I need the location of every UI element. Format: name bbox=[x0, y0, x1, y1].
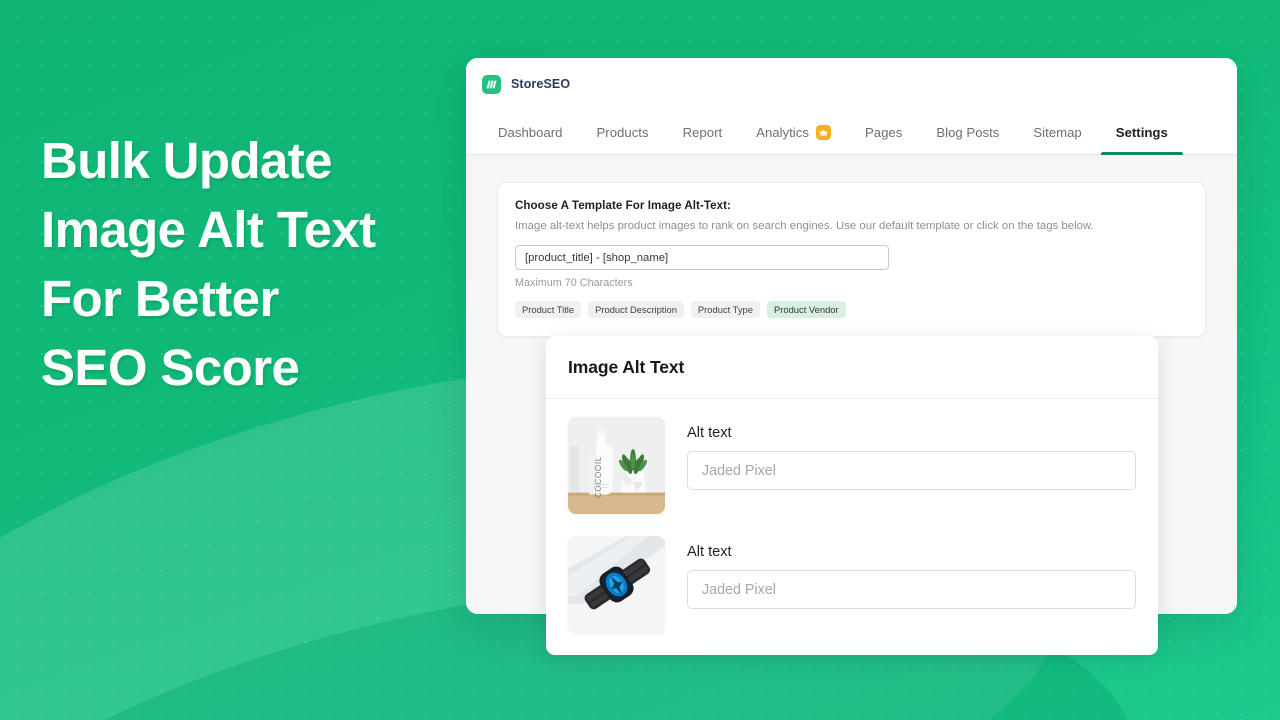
tab-analytics-label: Analytics bbox=[756, 124, 809, 140]
image-alt-text-card-header: Image Alt Text bbox=[546, 336, 1158, 399]
black-smartwatch-product-image bbox=[568, 536, 665, 633]
app-brand-bar: StoreSEO bbox=[466, 58, 1237, 110]
settings-content: Choose A Template For Image Alt-Text: Im… bbox=[466, 155, 1237, 337]
tag-product-type-label: Product Type bbox=[697, 304, 753, 315]
image-alt-text-title: Image Alt Text bbox=[568, 357, 685, 377]
tab-pages-label: Pages bbox=[864, 124, 903, 140]
alt-text-input-placeholder: Jaded Pixel bbox=[702, 581, 776, 598]
tag-product-type[interactable]: Product Type bbox=[690, 301, 760, 318]
hero-headline: Bulk Update Image Alt Text For Better SE… bbox=[41, 132, 376, 396]
alt-text-label: Alt text bbox=[687, 544, 732, 560]
template-input-value: [product_title] - [shop_name] bbox=[525, 251, 669, 264]
alt-text-row: COCOOIL Alt text Jaded Pixel bbox=[568, 417, 1136, 514]
cocooil-bottle-plant-product-image: COCOOIL bbox=[568, 417, 665, 514]
tab-products-label: Products bbox=[596, 124, 649, 140]
template-card-title: Choose A Template For Image Alt-Text: bbox=[515, 199, 731, 212]
template-tag-list: Product Title Product Description Produc… bbox=[515, 301, 1188, 318]
alt-text-field-group: Alt text Jaded Pixel bbox=[687, 536, 1136, 609]
alt-text-input[interactable]: Jaded Pixel bbox=[687, 570, 1136, 609]
tab-report[interactable]: Report bbox=[666, 110, 740, 154]
template-input[interactable]: [product_title] - [shop_name] bbox=[515, 245, 889, 270]
image-alt-text-card: Image Alt Text COCOOIL Alt text Jaded Pi… bbox=[546, 336, 1158, 655]
tab-sitemap[interactable]: Sitemap bbox=[1016, 110, 1098, 154]
tag-product-description[interactable]: Product Description bbox=[588, 301, 684, 318]
alt-text-template-card: Choose A Template For Image Alt-Text: Im… bbox=[497, 182, 1206, 337]
alt-text-field-group: Alt text Jaded Pixel bbox=[687, 417, 1136, 490]
crown-icon bbox=[815, 124, 831, 140]
tab-pages[interactable]: Pages bbox=[848, 110, 919, 154]
brand-name: StoreSEO bbox=[511, 77, 571, 91]
tab-dashboard-label: Dashboard bbox=[498, 124, 563, 140]
tag-product-title-label: Product Title bbox=[522, 304, 575, 315]
main-nav: Dashboard Products Report Analytics Page… bbox=[466, 110, 1237, 155]
tab-analytics[interactable]: Analytics bbox=[739, 110, 848, 154]
alt-text-row: Alt text Jaded Pixel bbox=[568, 536, 1136, 633]
tag-product-description-label: Product Description bbox=[595, 304, 677, 315]
app-window: StoreSEO Dashboard Products Report Analy… bbox=[466, 58, 1237, 655]
page-background: Bulk Update Image Alt Text For Better SE… bbox=[0, 0, 1280, 720]
alt-text-label: Alt text bbox=[687, 425, 732, 441]
tab-report-label: Report bbox=[682, 124, 723, 140]
tab-sitemap-label: Sitemap bbox=[1033, 124, 1082, 140]
tag-product-title[interactable]: Product Title bbox=[515, 301, 582, 318]
tab-blog-posts-label: Blog Posts bbox=[936, 124, 1000, 140]
svg-text:COCOOIL: COCOOIL bbox=[594, 456, 603, 498]
tab-blog-posts[interactable]: Blog Posts bbox=[919, 110, 1016, 154]
image-alt-text-rows: COCOOIL Alt text Jaded Pixel Alt text Ja… bbox=[546, 399, 1158, 655]
tag-product-vendor-label: Product Vendor bbox=[774, 304, 839, 315]
alt-text-input-placeholder: Jaded Pixel bbox=[702, 462, 776, 479]
template-max-chars-hint: Maximum 70 Characters bbox=[515, 277, 633, 289]
template-card-description: Image alt-text helps product images to r… bbox=[515, 220, 1094, 232]
tag-product-vendor[interactable]: Product Vendor bbox=[767, 301, 846, 318]
tab-settings-label: Settings bbox=[1115, 124, 1168, 140]
alt-text-input[interactable]: Jaded Pixel bbox=[687, 451, 1136, 490]
storeseo-logo-icon bbox=[482, 74, 501, 94]
tab-settings[interactable]: Settings bbox=[1099, 110, 1185, 155]
tab-products[interactable]: Products bbox=[580, 110, 666, 154]
tab-dashboard[interactable]: Dashboard bbox=[481, 110, 580, 154]
